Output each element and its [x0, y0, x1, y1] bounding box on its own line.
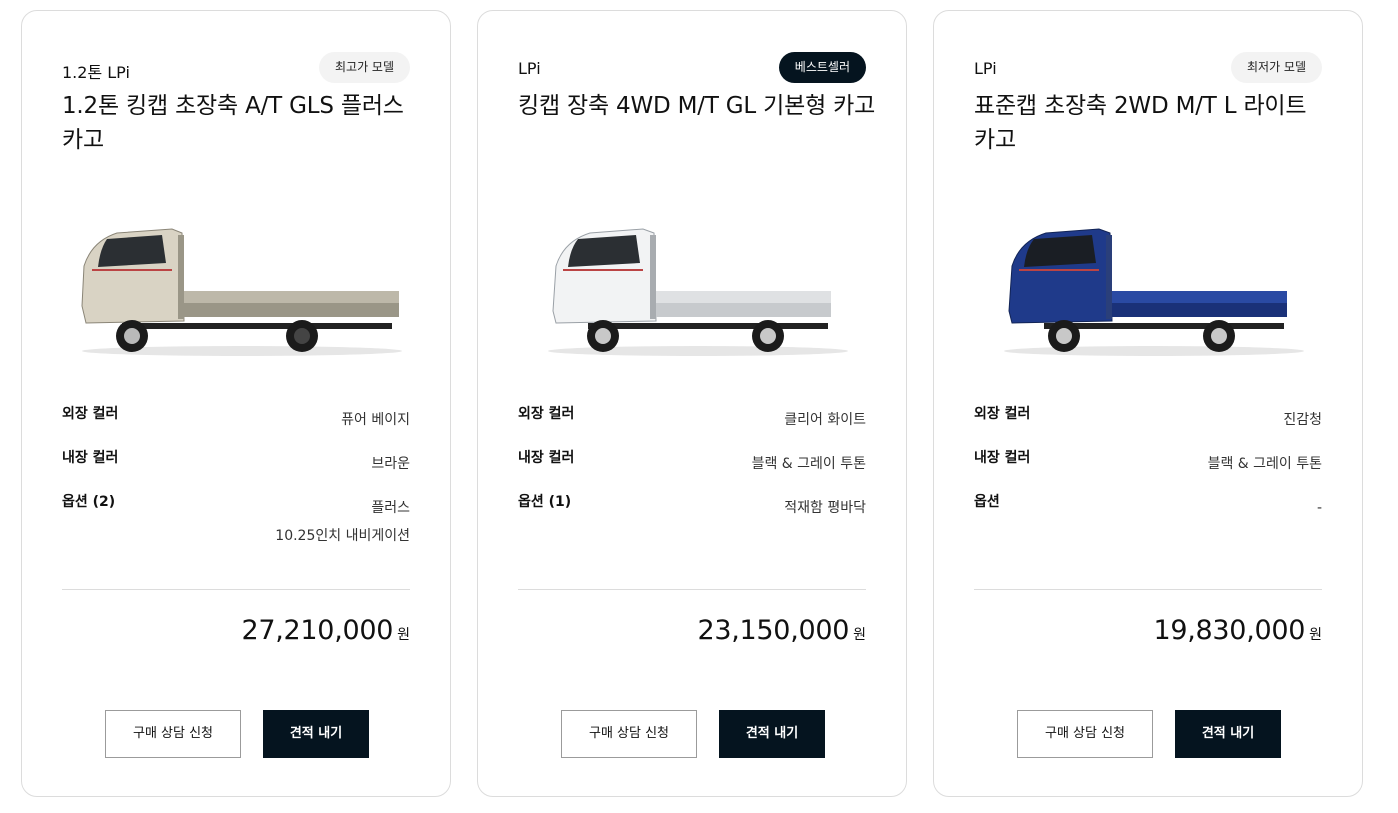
divider	[62, 589, 410, 590]
spec-label: 외장 컬러	[974, 406, 1031, 422]
spec-value: 적재함 평바닥	[784, 494, 866, 522]
spec-value: 브라운	[371, 456, 410, 472]
trim-card-3: LPi 최저가 모델 표준캡 초장축 2WD M/T L 라이트 카고 외장 컬…	[933, 10, 1363, 797]
spec-value: 클리어 화이트	[784, 412, 866, 428]
spec-value: 블랙 & 그레이 투톤	[751, 456, 866, 472]
quote-button[interactable]: 견적 내기	[719, 710, 825, 758]
divider	[518, 589, 866, 590]
spec-label: 내장 컬러	[62, 450, 119, 466]
option-item: 플러스	[371, 500, 410, 516]
spec-label: 옵션	[974, 494, 1000, 510]
fuel-label: LPi	[974, 59, 997, 78]
divider	[974, 589, 1322, 590]
price-unit: 원	[853, 627, 866, 643]
spec-label: 내장 컬러	[974, 450, 1031, 466]
spec-label: 외장 컬러	[518, 406, 575, 422]
spec-value: 플러스 10.25인치 내비게이션	[275, 494, 410, 550]
spec-value: 진감청	[1283, 412, 1322, 428]
spec-value: 퓨어 베이지	[341, 412, 410, 428]
price-amount: 27,210,000	[241, 615, 394, 646]
option-item: 적재함 평바닥	[784, 500, 866, 516]
trim-title: 표준캡 초장축 2WD M/T L 라이트 카고	[974, 93, 1307, 153]
spec-label: 외장 컬러	[62, 406, 119, 422]
truck-image	[81, 228, 402, 356]
spec-label: 내장 컬러	[518, 450, 575, 466]
price: 19,830,000 원	[1154, 615, 1322, 646]
status-badge: 베스트셀러	[778, 52, 866, 83]
option-item: 10.25인치 내비게이션	[275, 528, 410, 544]
fuel-label: LPi	[518, 59, 541, 78]
price-unit: 원	[397, 627, 410, 643]
price-unit: 원	[1309, 627, 1322, 643]
spec-value: -	[1317, 494, 1322, 522]
status-badge: 최고가 모델	[318, 52, 410, 83]
consult-button[interactable]: 구매 상담 신청	[105, 710, 241, 758]
status-badge: 최저가 모델	[1230, 52, 1322, 83]
consult-button[interactable]: 구매 상담 신청	[561, 710, 697, 758]
truck-image	[1004, 228, 1304, 356]
trim-title: 킹캡 장축 4WD M/T GL 기본형 카고	[518, 93, 876, 119]
consult-button[interactable]: 구매 상담 신청	[1017, 710, 1153, 758]
quote-button[interactable]: 견적 내기	[263, 710, 369, 758]
price: 23,150,000 원	[698, 615, 866, 646]
price: 27,210,000 원	[242, 615, 410, 646]
price-amount: 19,830,000	[1153, 615, 1306, 646]
quote-button[interactable]: 견적 내기	[1175, 710, 1281, 758]
trim-title: 1.2톤 킹캡 초장축 A/T GLS 플러스 카고	[62, 93, 404, 153]
truck-image	[548, 228, 848, 356]
fuel-label: 1.2톤 LPi	[62, 63, 130, 82]
price-amount: 23,150,000	[697, 615, 850, 646]
spec-label: 옵션 (2)	[62, 494, 116, 510]
trim-card-2: LPi 베스트셀러 킹캡 장축 4WD M/T GL 기본형 카고 외장 컬러 …	[477, 10, 907, 797]
option-item: -	[1316, 500, 1322, 516]
spec-value: 블랙 & 그레이 투톤	[1207, 456, 1322, 472]
trim-card-1: 1.2톤 LPi 최고가 모델 1.2톤 킹캡 초장축 A/T GLS 플러스 …	[21, 10, 451, 797]
spec-label: 옵션 (1)	[518, 494, 572, 510]
